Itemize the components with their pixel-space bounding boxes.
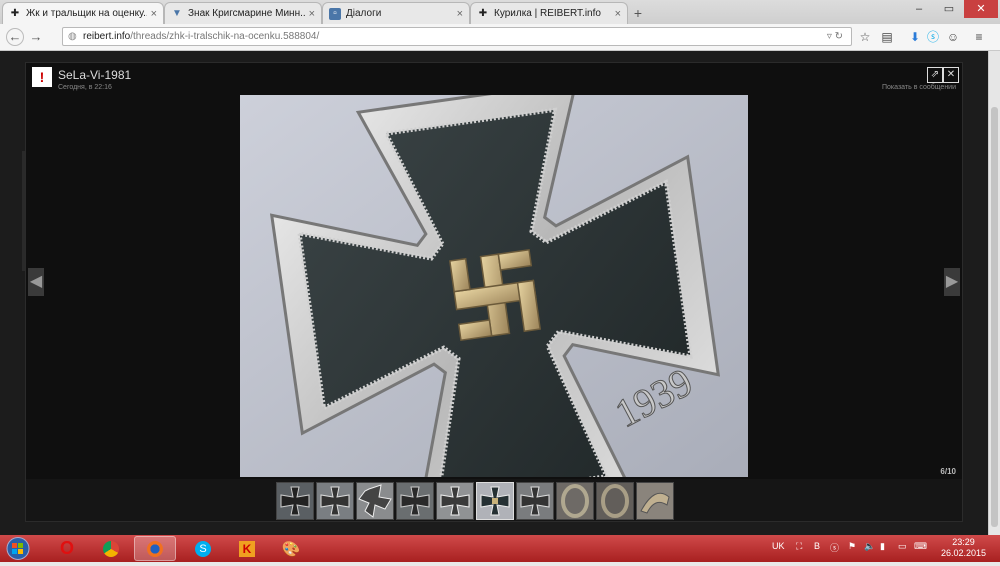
thumbnail-selected[interactable] [476, 482, 514, 520]
thumbnail[interactable] [396, 482, 434, 520]
opera-icon: O [59, 538, 74, 558]
minimize-button[interactable]: – [904, 0, 934, 18]
show-in-post-link[interactable]: Показать в сообщении [882, 84, 956, 91]
back-button[interactable]: ← [6, 28, 24, 46]
open-external-icon[interactable]: ⇗ [927, 67, 943, 83]
opera-taskbar-button[interactable]: O [46, 536, 88, 561]
tab-vk-badge[interactable]: ▼ Знак Кригсмарине Минн... × [164, 2, 322, 24]
windows-taskbar: O S K 🎨 UK ⛶ B ⓢ ⚑ 🔈 ▮ ▭ ⌨ 23:29 26.02.2… [0, 535, 1000, 562]
system-clock[interactable]: 23:29 26.02.2015 [941, 537, 986, 559]
previous-image-button[interactable]: ◀ [28, 268, 44, 296]
menu-icon[interactable]: ≡ [972, 28, 986, 46]
tab-label: Знак Кригсмарине Минн... [188, 8, 305, 19]
thumbnail[interactable] [556, 482, 594, 520]
network-icon[interactable]: ▮ [880, 541, 885, 552]
thumbnail[interactable] [436, 482, 474, 520]
globe-icon: ◍ [68, 31, 77, 42]
clock-time: 23:29 [952, 537, 975, 547]
forward-button[interactable]: → [27, 28, 45, 46]
chrome-icon [103, 540, 119, 557]
lightbox-username[interactable]: SeLa-Vi-1981 [58, 68, 131, 82]
paint-icon: 🎨 [281, 540, 301, 558]
thumbnail-strip [26, 479, 962, 521]
reload-icon[interactable]: ▿ ↻ [827, 28, 843, 45]
close-icon[interactable]: × [615, 8, 621, 20]
kmplayer-taskbar-button[interactable]: K [226, 536, 268, 561]
skype-taskbar-button[interactable]: S [182, 536, 224, 561]
firefox-icon [147, 540, 163, 557]
language-indicator[interactable]: UK [772, 541, 785, 551]
maximize-button[interactable]: ▭ [934, 0, 964, 18]
clock-date: 26.02.2015 [940, 548, 986, 558]
url-path: /threads/zhk-i-tralschik-na-ocenku.58880… [130, 31, 320, 42]
thumbnail[interactable] [316, 482, 354, 520]
dialogs-favicon-icon: ▫ [329, 7, 341, 20]
skype-icon: S [195, 540, 211, 557]
reading-list-icon[interactable]: ▤ [880, 28, 894, 46]
keyboard-icon[interactable]: ⌨ [914, 541, 927, 552]
chat-addon-icon[interactable]: ☺ [946, 28, 960, 46]
scrollbar-thumb[interactable] [991, 107, 998, 527]
tab-label: Діалоги [346, 8, 382, 19]
reibert-favicon-icon: ✚ [10, 7, 20, 19]
thumbnail[interactable] [516, 482, 554, 520]
thumbnail[interactable] [356, 482, 394, 520]
address-bar[interactable]: ◍ reibert.info/threads/zhk-i-tralschik-n… [62, 27, 852, 46]
tab-kurilka[interactable]: ✚ Курилка | REIBERT.info × [470, 2, 628, 24]
navigation-bar: ← → ◍ reibert.info/threads/zhk-i-tralsch… [0, 24, 1000, 51]
display-icon[interactable]: ▭ [898, 541, 907, 552]
firefox-taskbar-button[interactable] [134, 536, 176, 561]
vertical-scrollbar[interactable] [988, 51, 1000, 535]
close-icon[interactable]: ✕ [943, 67, 959, 83]
tab-dialogs[interactable]: ▫ Діалоги × [322, 2, 470, 24]
thumbnail[interactable] [596, 482, 634, 520]
next-image-button[interactable]: ▶ [944, 268, 960, 296]
new-tab-button[interactable]: + [628, 3, 648, 23]
main-photo: 1939 [240, 95, 748, 477]
vk-favicon-icon: ▼ [172, 7, 182, 19]
tab-label: Курилка | REIBERT.info [494, 8, 601, 19]
tab-reibert-thread[interactable]: ✚ Жк и тральщик на оценку... × [2, 2, 164, 24]
close-icon[interactable]: × [309, 8, 315, 20]
thumbnail[interactable] [636, 482, 674, 520]
download-icon[interactable]: ⬇ [908, 28, 922, 46]
tab-strip: ✚ Жк и тральщик на оценку... × ▼ Знак Кр… [0, 0, 1000, 24]
iron-cross-photo: 1939 [240, 95, 748, 477]
flag-icon[interactable]: ⚑ [848, 541, 856, 552]
paint-taskbar-button[interactable]: 🎨 [270, 536, 312, 561]
close-icon[interactable]: × [151, 8, 157, 20]
lightbox-date: Сегодня, в 22:16 [58, 84, 112, 91]
image-counter: 6/10 [940, 467, 956, 476]
skype-tray-icon[interactable]: ⓢ [830, 541, 839, 554]
image-lightbox: ! SeLa-Vi-1981 Сегодня, в 22:16 ⇗ ✕ Пока… [25, 62, 963, 522]
close-window-button[interactable]: ✕ [964, 0, 998, 18]
bookmark-star-icon[interactable]: ☆ [858, 28, 872, 46]
vk-tray-icon[interactable]: B [814, 541, 820, 551]
volume-icon[interactable]: 🔈 [864, 541, 875, 552]
reibert-favicon-icon: ✚ [478, 7, 488, 19]
start-button[interactable] [4, 536, 32, 561]
page-overlay: ! SeLa-Vi-1981 Сегодня, в 22:16 ⇗ ✕ Пока… [0, 51, 988, 535]
url-host: reibert.info [83, 31, 131, 42]
thumbnail[interactable] [276, 482, 314, 520]
close-icon[interactable]: × [457, 8, 463, 20]
chrome-taskbar-button[interactable] [90, 536, 132, 561]
tab-label: Жк и тральщик на оценку... [26, 8, 147, 19]
tray-expand-icon[interactable]: ⛶ [796, 541, 802, 552]
skype-addon-icon[interactable]: ⓢ [926, 28, 940, 46]
avatar[interactable]: ! [32, 67, 52, 87]
kmplayer-icon: K [239, 540, 255, 557]
